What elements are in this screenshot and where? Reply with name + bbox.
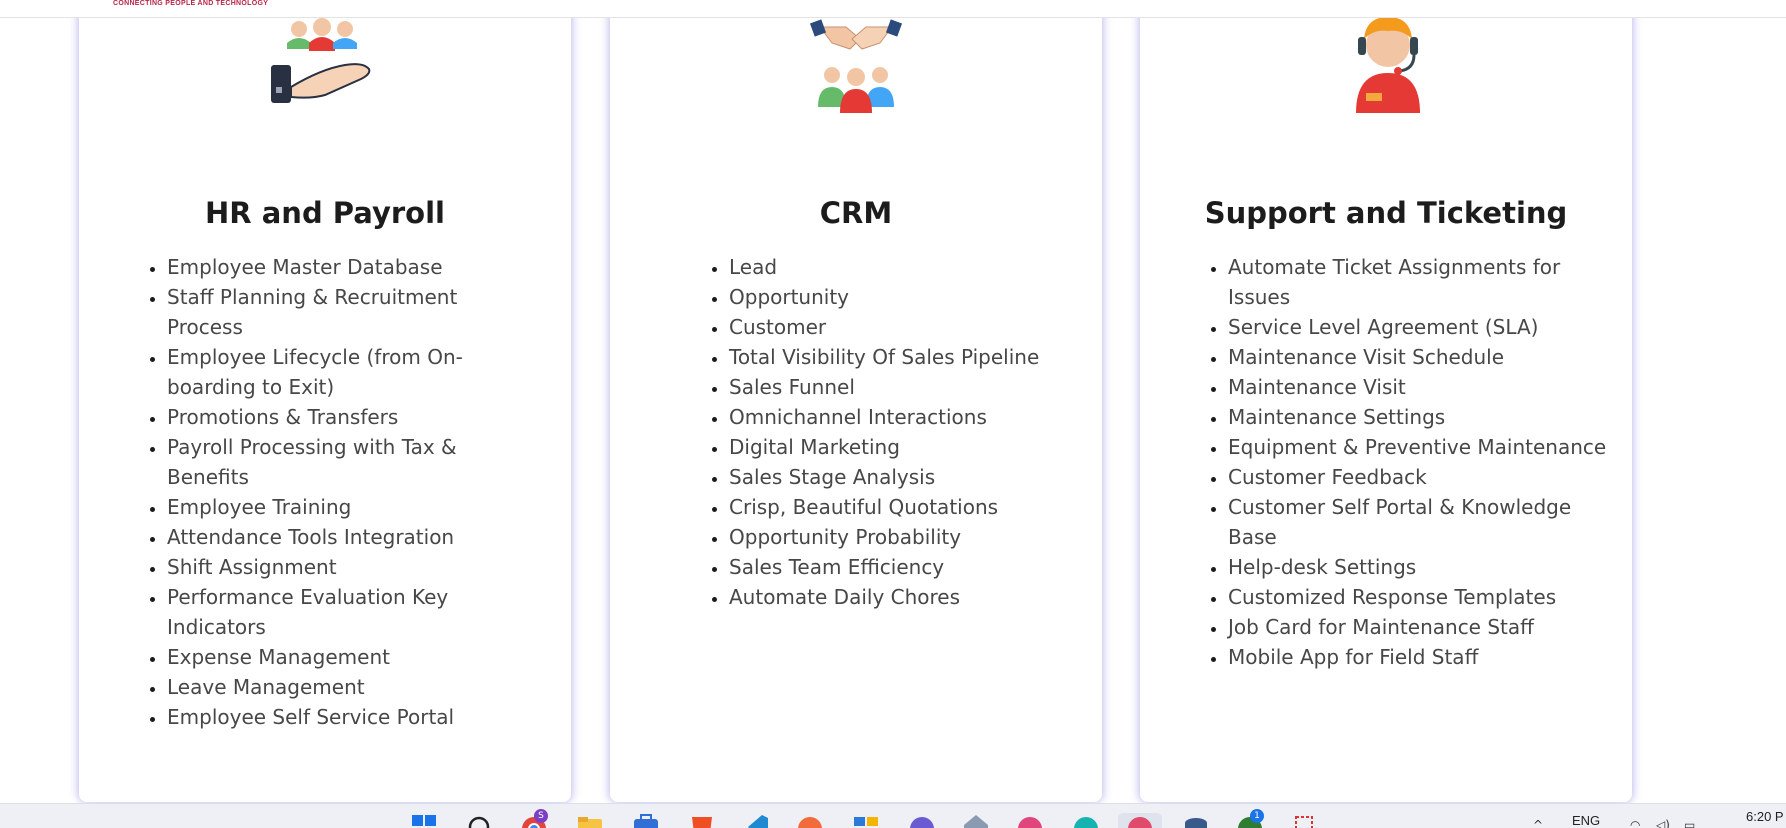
language-indicator[interactable]: ENG — [1572, 813, 1600, 828]
list-item: Customer — [729, 312, 1109, 342]
card-title: Support and Ticketing — [1204, 196, 1568, 230]
list-item: Performance Evaluation Key Indicators — [167, 582, 537, 642]
list-item: Maintenance Visit Schedule — [1228, 342, 1608, 372]
list-item: Mobile App for Field Staff — [1228, 642, 1608, 672]
list-item: Opportunity — [729, 282, 1109, 312]
chrome-icon[interactable]: S — [520, 809, 548, 828]
list-item: Sales Team Efficiency — [729, 552, 1109, 582]
list-item: Customized Response Templates — [1228, 582, 1608, 612]
list-item: Service Level Agreement (SLA) — [1228, 312, 1608, 342]
vscode-icon[interactable] — [742, 813, 770, 828]
list-item: Crisp, Beautiful Quotations — [729, 492, 1109, 522]
feature-card-support-ticketing: Support and Ticketing Automate Ticket As… — [1140, 0, 1632, 802]
list-item: Employee Training — [167, 492, 537, 522]
card-title: HR and Payroll — [205, 196, 445, 230]
people-in-hand-icon — [267, 17, 377, 111]
active-app-icon[interactable] — [1118, 813, 1162, 828]
windows-start-icon[interactable] — [410, 813, 438, 828]
list-item: Shift Assignment — [167, 552, 537, 582]
list-item: Promotions & Transfers — [167, 402, 537, 432]
list-item: Automate Ticket Assignments for Issues — [1228, 252, 1608, 312]
taskbar: S 1 ^ ENG ◠ ◁) ▭ 6:20 P — [0, 803, 1786, 828]
list-item: Staff Planning & Recruitment Process — [167, 282, 537, 342]
notification-badge: 1 — [1250, 809, 1264, 823]
list-item: Employee Master Database — [167, 252, 537, 282]
list-item: Leave Management — [167, 672, 537, 702]
feature-list: Lead Opportunity Customer Total Visibili… — [705, 252, 1109, 612]
list-item: Lead — [729, 252, 1109, 282]
handshake-team-icon — [808, 17, 904, 117]
list-item: Customer Self Portal & Knowledge Base — [1228, 492, 1608, 552]
chrome-profile-badge: S — [534, 809, 548, 823]
list-item: Employee Lifecycle (from On-boarding to … — [167, 342, 537, 402]
list-item: Customer Feedback — [1228, 462, 1608, 492]
list-item: Sales Stage Analysis — [729, 462, 1109, 492]
list-item: Expense Management — [167, 642, 537, 672]
document-app-icon[interactable] — [1290, 813, 1318, 828]
notification-app-icon[interactable]: 1 — [1236, 809, 1264, 828]
feature-list: Employee Master Database Staff Planning … — [143, 252, 537, 732]
chat-app-icon[interactable] — [908, 813, 936, 828]
list-item: Maintenance Settings — [1228, 402, 1608, 432]
list-item: Maintenance Visit — [1228, 372, 1608, 402]
support-agent-headset-icon — [1336, 17, 1440, 117]
list-item: Job Card for Maintenance Staff — [1228, 612, 1608, 642]
list-item: Payroll Processing with Tax & Benefits — [167, 432, 537, 492]
search-icon[interactable] — [466, 813, 494, 828]
list-item: Employee Self Service Portal — [167, 702, 537, 732]
postman-icon[interactable] — [796, 813, 824, 828]
clock[interactable]: 6:20 P — [1746, 809, 1784, 824]
list-item: Opportunity Probability — [729, 522, 1109, 552]
file-explorer-icon[interactable] — [576, 813, 604, 828]
list-item: Attendance Tools Integration — [167, 522, 537, 552]
list-item: Omnichannel Interactions — [729, 402, 1109, 432]
brave-icon[interactable] — [688, 813, 716, 828]
network-app-icon[interactable] — [962, 813, 990, 828]
briefcase-icon[interactable] — [632, 813, 660, 828]
site-header: CONNECTING PEOPLE AND TECHNOLOGY — [0, 0, 1786, 18]
gitkraken-icon[interactable] — [1016, 813, 1044, 828]
feature-list: Automate Ticket Assignments for Issues S… — [1204, 252, 1608, 672]
list-item: Help-desk Settings — [1228, 552, 1608, 582]
list-item: Digital Marketing — [729, 432, 1109, 462]
list-item: Automate Daily Chores — [729, 582, 1109, 612]
list-item: Sales Funnel — [729, 372, 1109, 402]
site-tagline: CONNECTING PEOPLE AND TECHNOLOGY — [113, 0, 269, 7]
browser-app-icon[interactable] — [1072, 813, 1100, 828]
card-title: CRM — [819, 196, 893, 230]
list-item: Equipment & Preventive Maintenance — [1228, 432, 1608, 462]
database-app-icon[interactable] — [1182, 813, 1210, 828]
feature-card-hr-payroll: HR and Payroll Employee Master Database … — [79, 0, 571, 802]
list-item: Total Visibility Of Sales Pipeline — [729, 342, 1109, 372]
grid-app-icon[interactable] — [852, 813, 880, 828]
feature-card-crm: CRM Lead Opportunity Customer Total Visi… — [610, 0, 1102, 802]
